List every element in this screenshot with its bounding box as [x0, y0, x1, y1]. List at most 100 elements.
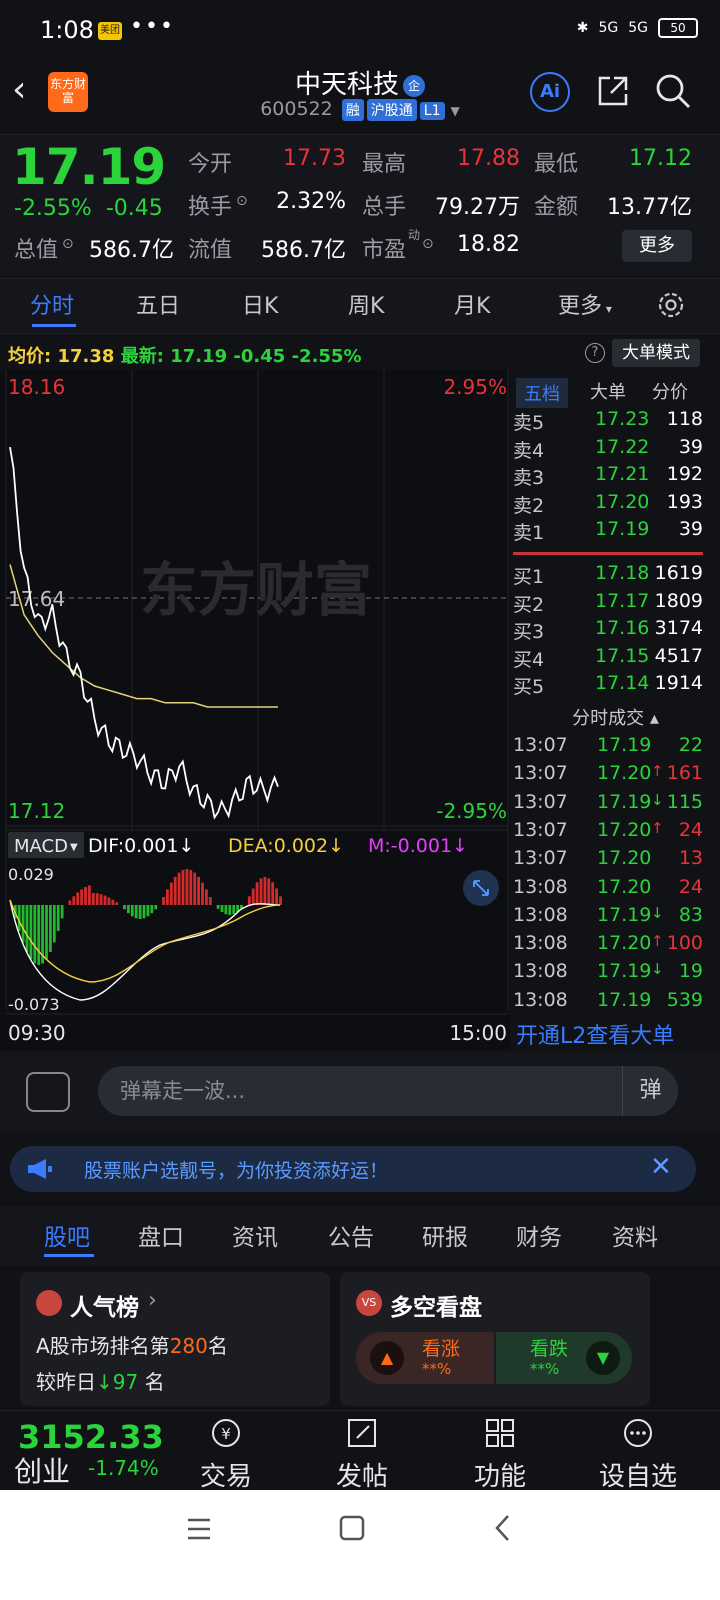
bear-button[interactable]: 看跌 **% ▼	[496, 1332, 632, 1384]
ai-assistant-icon[interactable]: Ai	[530, 72, 570, 112]
intraday-chart[interactable]: 东方财富 18.16 2.95% 17.64 17.12 -2.95% MACD…	[0, 370, 510, 1050]
macd-bar	[247, 896, 251, 905]
delta-value: 97	[112, 1370, 139, 1394]
macd-bar	[45, 905, 48, 960]
tick-time: 13:07	[513, 762, 568, 785]
nav-trade[interactable]: ¥ 交易	[166, 1412, 286, 1493]
macd-bar	[271, 882, 275, 905]
latest-chg: -0.45	[233, 346, 286, 367]
tick-volume: 100	[666, 932, 703, 955]
system-nav-bar	[0, 1490, 720, 1600]
tick-direction-icon: ↑	[651, 762, 664, 781]
tick-row: 13:08 17.20 24	[513, 876, 703, 904]
tab-daily-k[interactable]: 日K	[242, 288, 278, 320]
tab-5day[interactable]: 五日	[136, 288, 180, 320]
danmaku-input[interactable]: 弹幕走一波...	[98, 1066, 678, 1116]
dropdown-icon[interactable]: ▼	[451, 104, 460, 118]
chart-low-price: 17.12	[8, 799, 65, 823]
macd-bar	[99, 894, 103, 905]
macd-dea: DEA:0.002↓	[228, 835, 344, 857]
tick-price: 17.19	[597, 734, 652, 756]
tick-time: 13:08	[513, 960, 568, 983]
tick-time: 13:08	[513, 932, 568, 955]
chart-high-price: 18.16	[8, 375, 65, 399]
edit-icon	[348, 1419, 376, 1447]
macd-bar	[232, 905, 236, 915]
tab-pankou[interactable]: 盘口	[138, 1218, 184, 1252]
nav-watchlist[interactable]: 设自选	[578, 1412, 698, 1493]
danmaku-settings-icon[interactable]	[26, 1072, 70, 1112]
tab-intraday[interactable]: 分时	[30, 288, 74, 320]
banner-close-icon[interactable]: ✕	[650, 1152, 672, 1182]
tab-finance[interactable]: 财务	[516, 1218, 562, 1252]
ob-tab-five-level[interactable]: 五档	[516, 378, 568, 408]
ask-price: 17.21	[595, 463, 650, 485]
tick-row: 13:07 17.20 ↑ 24	[513, 819, 703, 847]
tick-price: 17.19	[597, 903, 652, 926]
home-icon[interactable]	[338, 1514, 366, 1542]
danmaku-toggle-button[interactable]: 弹	[622, 1066, 678, 1116]
rank-value: 280	[169, 1334, 208, 1358]
tab-profile[interactable]: 资料	[612, 1218, 658, 1252]
search-icon[interactable]	[654, 72, 692, 110]
popularity-card[interactable]: 人气榜 › A股市场排名第280名 较昨日↓97 名	[20, 1272, 330, 1406]
macd-bar	[166, 889, 169, 905]
tab-guba[interactable]: 股吧	[44, 1218, 90, 1252]
avg-price-row: 均价: 17.38 最新: 17.19 -0.45 -2.55%	[8, 342, 362, 368]
bid-row: 买3 17.16 3174	[513, 617, 703, 644]
macd-bar	[37, 905, 41, 965]
gear-icon[interactable]	[656, 290, 686, 320]
macd-bar	[56, 905, 60, 931]
rank-prefix: A股市场排名第	[36, 1334, 170, 1358]
popularity-rank-line: A股市场排名第280名	[36, 1330, 228, 1359]
popularity-chevron-icon: ›	[148, 1288, 157, 1313]
system-back-icon[interactable]	[490, 1512, 516, 1544]
macd-bar	[259, 878, 263, 905]
tab-news[interactable]: 资讯	[232, 1218, 278, 1252]
macd-bar	[29, 905, 33, 960]
index-name[interactable]: 创业	[14, 1450, 70, 1490]
index-change: -1.74%	[88, 1456, 159, 1480]
macd-bar	[60, 905, 64, 919]
macd-bar	[127, 905, 130, 914]
popularity-title: 人气榜	[70, 1295, 139, 1321]
float-value: 586.7亿	[261, 238, 346, 263]
pe-info-icon[interactable]: ⊙	[422, 236, 434, 252]
bull-button[interactable]: ▲ 看涨 **%	[356, 1332, 494, 1384]
big-order-mode-button[interactable]: 大单模式	[612, 339, 700, 367]
macd-bar	[91, 893, 95, 905]
margin-tag: 融	[341, 99, 364, 121]
ob-tab-price-dist[interactable]: 分价	[652, 378, 688, 404]
nav-functions[interactable]: 功能	[440, 1412, 560, 1493]
tab-research[interactable]: 研报	[422, 1218, 468, 1252]
l2-upgrade-link[interactable]: 开通L2查看大单	[516, 1018, 674, 1050]
ob-divider	[513, 552, 703, 555]
macd-bar	[154, 905, 158, 910]
tab-weekly-k[interactable]: 周K	[348, 288, 384, 320]
ob-tab-big-order[interactable]: 大单	[590, 378, 626, 404]
bear-arrow-icon: ▼	[586, 1341, 620, 1375]
stock-code: 600522	[260, 98, 333, 120]
tab-monthly-k[interactable]: 月K	[454, 288, 490, 320]
banner-text: 股票账户选靓号，为你投资添好运！	[84, 1160, 389, 1182]
menu-icon[interactable]	[184, 1514, 214, 1544]
bid-label: 买4	[513, 648, 545, 671]
status-time: 1:08	[40, 16, 94, 44]
macd-min: -0.073	[8, 995, 60, 1014]
tab-announcement[interactable]: 公告	[328, 1218, 374, 1252]
avg-label: 均价:	[8, 346, 52, 367]
ask-price: 17.22	[595, 435, 650, 458]
nav-post[interactable]: 发帖	[302, 1412, 422, 1493]
share-icon[interactable]	[596, 74, 630, 108]
tab-underline	[32, 324, 76, 327]
macd-bar	[76, 892, 80, 905]
macd-bar	[201, 882, 204, 905]
help-icon[interactable]: ?	[585, 343, 605, 363]
tab-more[interactable]: 更多 ▾	[558, 288, 612, 320]
mktcap-info-icon[interactable]: ⊙	[62, 236, 74, 252]
bluetooth-icon: ✱	[576, 20, 589, 36]
turnover-info-icon[interactable]: ⊙	[236, 193, 248, 209]
ticks-title[interactable]: 分时成交 ▴	[511, 704, 720, 730]
more-button[interactable]: 更多	[622, 230, 692, 262]
volume-label: 总手	[362, 195, 407, 220]
